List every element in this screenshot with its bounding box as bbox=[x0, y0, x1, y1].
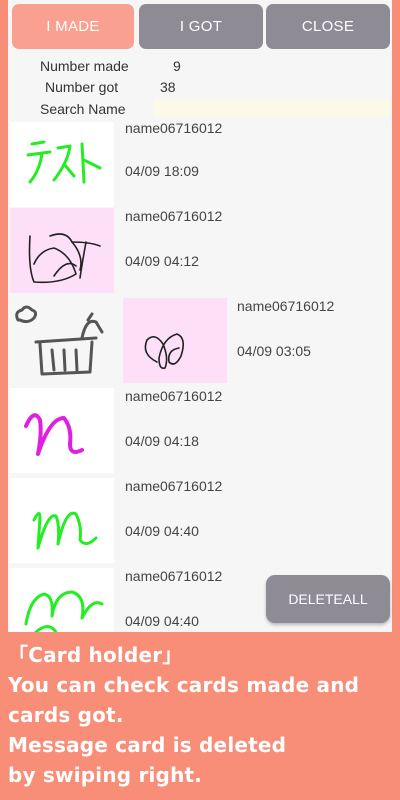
card-thumbnail bbox=[123, 298, 227, 383]
card-thumbnail bbox=[10, 568, 114, 632]
card-date: 04/09 03:05 bbox=[237, 343, 311, 359]
card-thumbnail bbox=[10, 388, 114, 473]
green-m-drawing bbox=[32, 511, 98, 550]
card-sender-name: name06716012 bbox=[125, 388, 223, 404]
green-scribble-drawing bbox=[26, 140, 102, 184]
card-sender-name: name06716012 bbox=[237, 298, 335, 314]
search-name-label: Search Name bbox=[40, 101, 126, 117]
tab-i-made[interactable]: I MADE bbox=[12, 4, 134, 49]
card-sender-name: name06716012 bbox=[125, 208, 223, 224]
card-date: 04/09 04:40 bbox=[125, 523, 199, 539]
card-date: 04/09 04:12 bbox=[125, 253, 199, 269]
green-m-large-drawing bbox=[24, 590, 104, 632]
tab-bar: I MADE I GOT CLOSE bbox=[8, 0, 392, 52]
caption-line: You can check cards made and bbox=[8, 673, 360, 697]
card-date: 04/09 18:09 bbox=[125, 163, 199, 179]
caption-line: by swiping right. bbox=[8, 763, 203, 787]
list-item[interactable]: name06716012 04/09 18:09 bbox=[8, 120, 392, 208]
number-made-label: Number made bbox=[40, 58, 129, 74]
promo-caption: 「Card holder」 You can check cards made a… bbox=[8, 640, 396, 790]
caption-line: Message card is deleted bbox=[8, 733, 287, 757]
app-screen: I MADE I GOT CLOSE Number made 9 Number … bbox=[8, 0, 392, 632]
close-button[interactable]: CLOSE bbox=[266, 4, 390, 49]
black-scribble-drawing bbox=[28, 233, 101, 284]
search-name-input[interactable] bbox=[154, 99, 390, 117]
list-item[interactable]: name06716012 04/09 04:12 bbox=[8, 208, 392, 296]
card-sender-name: name06716012 bbox=[125, 568, 223, 584]
magenta-scribble-drawing bbox=[24, 413, 84, 456]
card-date: 04/09 04:40 bbox=[125, 613, 199, 629]
delete-all-button[interactable]: DELETEALL bbox=[266, 575, 390, 623]
list-item[interactable]: name06716012 04/09 04:40 bbox=[8, 478, 392, 566]
trash-icon[interactable] bbox=[8, 298, 112, 383]
card-sender-name: name06716012 bbox=[125, 478, 223, 494]
number-got-value: 38 bbox=[160, 79, 176, 95]
caption-title: 「Card holder」 bbox=[8, 643, 183, 667]
stats-panel: Number made 9 Number got 38 Search Name bbox=[8, 54, 392, 120]
card-sender-name: name06716012 bbox=[125, 120, 223, 136]
number-got-label: Number got bbox=[45, 79, 119, 95]
tab-i-got[interactable]: I GOT bbox=[139, 4, 263, 49]
number-made-value: 9 bbox=[173, 58, 181, 74]
card-thumbnail bbox=[10, 208, 114, 293]
caption-line: cards got. bbox=[8, 703, 124, 727]
card-date: 04/09 04:18 bbox=[125, 433, 199, 449]
list-item-swiped[interactable]: name06716012 04/09 03:05 bbox=[8, 298, 392, 386]
card-thumbnail bbox=[10, 478, 114, 563]
card-thumbnail bbox=[10, 122, 114, 207]
black-loop-drawing bbox=[144, 333, 185, 370]
list-item[interactable]: name06716012 04/09 04:18 bbox=[8, 388, 392, 476]
card-list[interactable]: name06716012 04/09 18:09 name06716012 04… bbox=[8, 120, 392, 632]
